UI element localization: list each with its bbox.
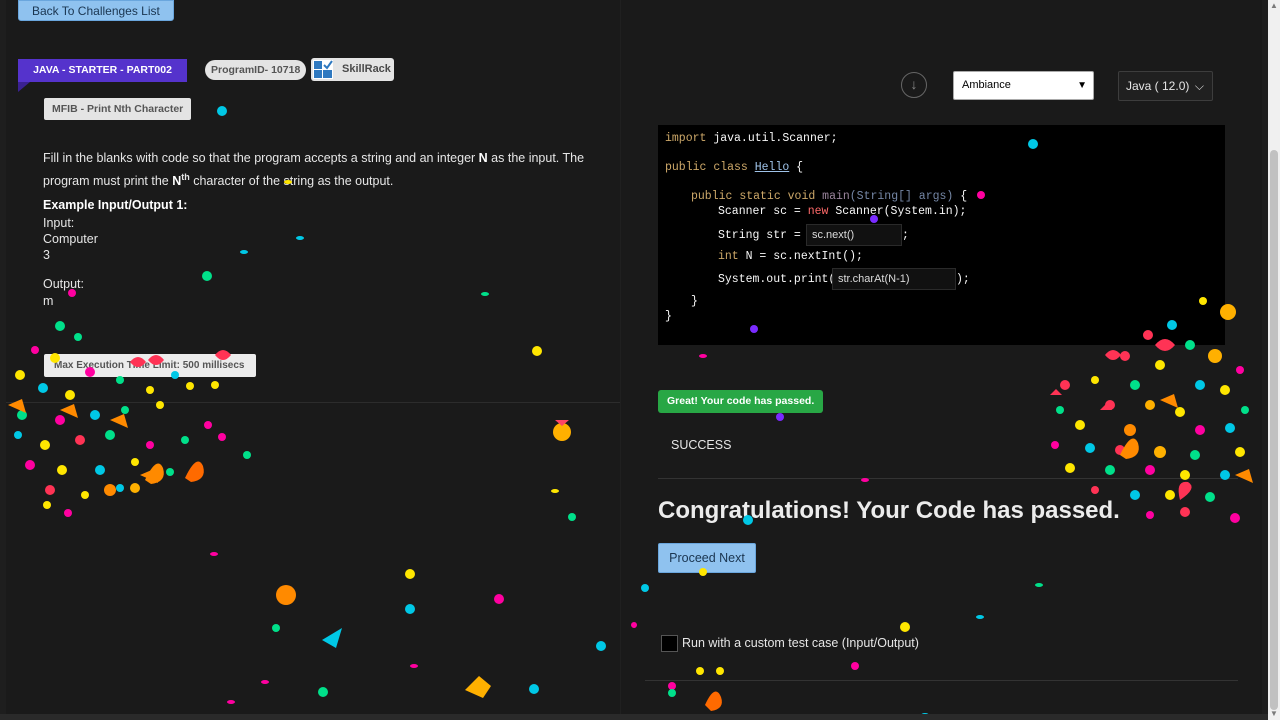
skillrack-label: SkillRack: [342, 63, 391, 75]
blank-2-input[interactable]: str.charAt(N-1): [832, 268, 956, 290]
chevron-down-icon: ⌵: [1194, 79, 1204, 93]
passed-badge: Great! Your code has passed.: [658, 390, 824, 413]
custom-test-checkbox[interactable]: [661, 635, 678, 652]
code-print-close: );: [956, 273, 970, 286]
input-value-line-2: 3: [43, 248, 50, 262]
output-label: Output:: [43, 277, 84, 291]
output-value: m: [43, 294, 54, 308]
scroll-up-icon[interactable]: ▲: [1268, 0, 1280, 12]
chevron-down-icon: ▼: [1077, 80, 1087, 91]
program-id-badge: ProgramID- 10718: [205, 60, 307, 80]
language-select[interactable]: Java ( 12.0) ⌵: [1118, 71, 1213, 101]
code-line-print: System.out.print(: [718, 273, 836, 286]
code-editor[interactable]: import java.util.Scanner; public class H…: [658, 125, 1225, 345]
challenge-description: Fill in the blanks with code so that the…: [43, 151, 585, 189]
skillrack-logo-icon: [313, 60, 333, 79]
code-line-string: String str =: [718, 229, 808, 242]
bottom-bar: [0, 714, 1268, 720]
arrow-down-icon: ↓: [910, 76, 918, 92]
back-to-challenges-button[interactable]: Back To Challenges List: [18, 0, 174, 21]
code-close-main: }: [691, 295, 698, 308]
proceed-next-button[interactable]: Proceed Next: [658, 543, 756, 573]
congratulations-heading: Congratulations! Your Code has passed.: [658, 497, 1120, 524]
example-title: Example Input/Output 1:: [43, 198, 188, 212]
code-line-scanner: Scanner sc = new Scanner(System.in);: [718, 205, 967, 218]
left-divider: [6, 402, 620, 403]
download-code-button[interactable]: ↓: [901, 72, 927, 98]
code-line-import: import java.util.Scanner;: [665, 132, 838, 145]
skillrack-badge: SkillRack: [311, 58, 394, 81]
time-limit-badge: Max Execution Time Limit: 500 millisecs: [44, 354, 256, 377]
bottom-divider: [645, 680, 1238, 681]
editor-theme-select[interactable]: Ambiance ▼: [953, 71, 1094, 100]
code-line-class: public class Hello {: [665, 161, 804, 174]
scroll-down-icon[interactable]: ▼: [1268, 708, 1280, 720]
vertical-scrollbar[interactable]: ▲ ▼: [1268, 0, 1280, 720]
result-divider: [658, 478, 1238, 479]
blank-1-input[interactable]: sc.next(): [806, 224, 902, 246]
code-line-main: public static void main(String[] args) {: [691, 190, 968, 203]
custom-test-label[interactable]: Run with a custom test case (Input/Outpu…: [682, 636, 919, 650]
challenge-category-ribbon: JAVA - STARTER - PART002: [18, 59, 187, 82]
status-text: SUCCESS: [671, 438, 732, 452]
input-value-line-1: Computer: [43, 232, 98, 246]
code-semicolon-1: ;: [902, 229, 909, 242]
challenge-title: MFIB - Print Nth Character: [44, 98, 192, 120]
pane-divider: [620, 0, 621, 714]
ribbon-fold: [18, 82, 30, 92]
code-close-class: }: [665, 310, 672, 323]
scrollbar-thumb[interactable]: [1270, 150, 1278, 710]
code-line-int: int N = sc.nextInt();: [718, 250, 863, 263]
input-label: Input:: [43, 216, 75, 230]
